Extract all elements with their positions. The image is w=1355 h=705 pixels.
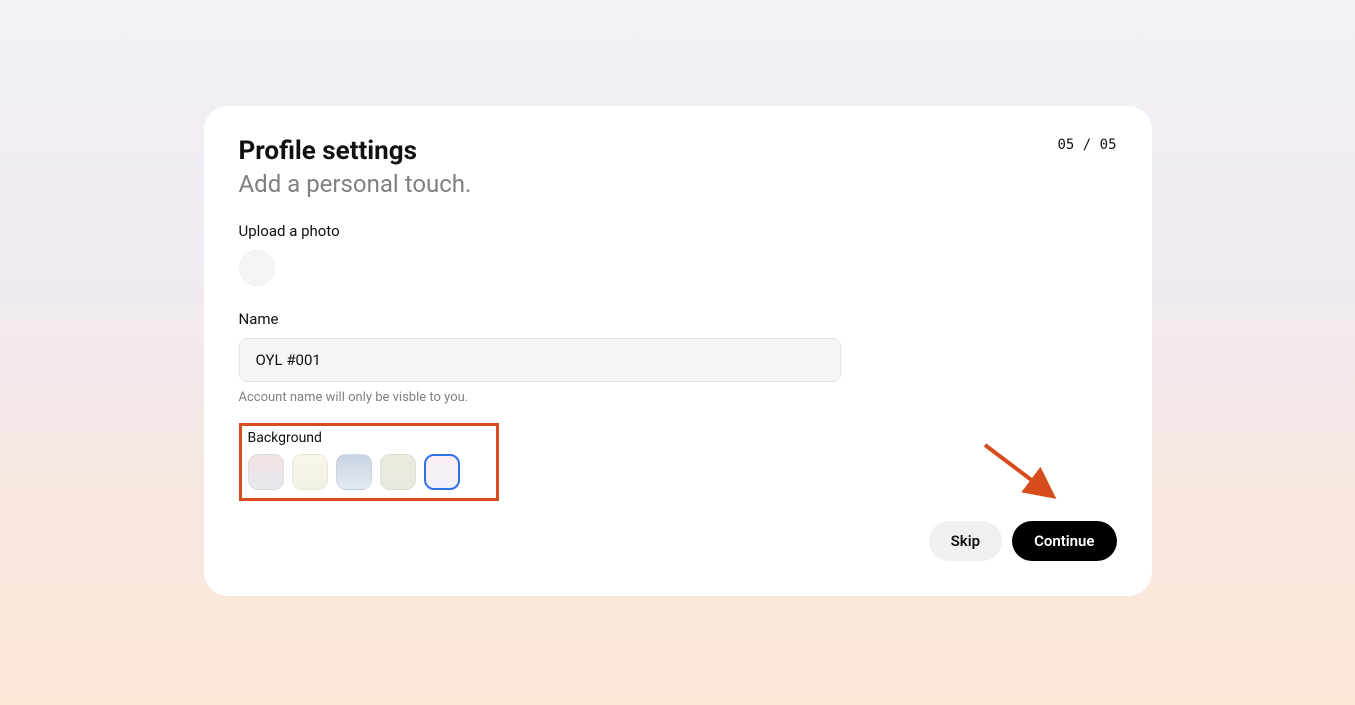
- skip-button[interactable]: Skip: [929, 521, 1002, 561]
- page-title: Profile settings: [239, 136, 1117, 166]
- bg-swatch-5[interactable]: [424, 454, 460, 490]
- name-input[interactable]: [239, 338, 841, 382]
- step-counter: 05 / 05: [1057, 137, 1116, 153]
- bg-swatch-3[interactable]: [336, 454, 372, 490]
- upload-photo-button[interactable]: [239, 250, 275, 286]
- background-section-highlight: Background: [239, 423, 499, 501]
- background-label: Background: [248, 430, 490, 446]
- name-label: Name: [239, 310, 1117, 328]
- bg-swatch-4[interactable]: [380, 454, 416, 490]
- bg-swatch-2[interactable]: [292, 454, 328, 490]
- upload-photo-label: Upload a photo: [239, 222, 1117, 240]
- page-subtitle: Add a personal touch.: [239, 170, 1117, 198]
- step-sep: /: [1074, 137, 1099, 153]
- background-swatches: [248, 454, 490, 490]
- bg-swatch-1[interactable]: [248, 454, 284, 490]
- continue-button[interactable]: Continue: [1012, 521, 1116, 561]
- step-current: 05: [1057, 137, 1074, 153]
- name-helper: Account name will only be visble to you.: [239, 390, 1117, 405]
- step-total: 05: [1100, 137, 1117, 153]
- action-buttons: Skip Continue: [929, 521, 1117, 561]
- profile-settings-card: 05 / 05 Profile settings Add a personal …: [204, 106, 1152, 596]
